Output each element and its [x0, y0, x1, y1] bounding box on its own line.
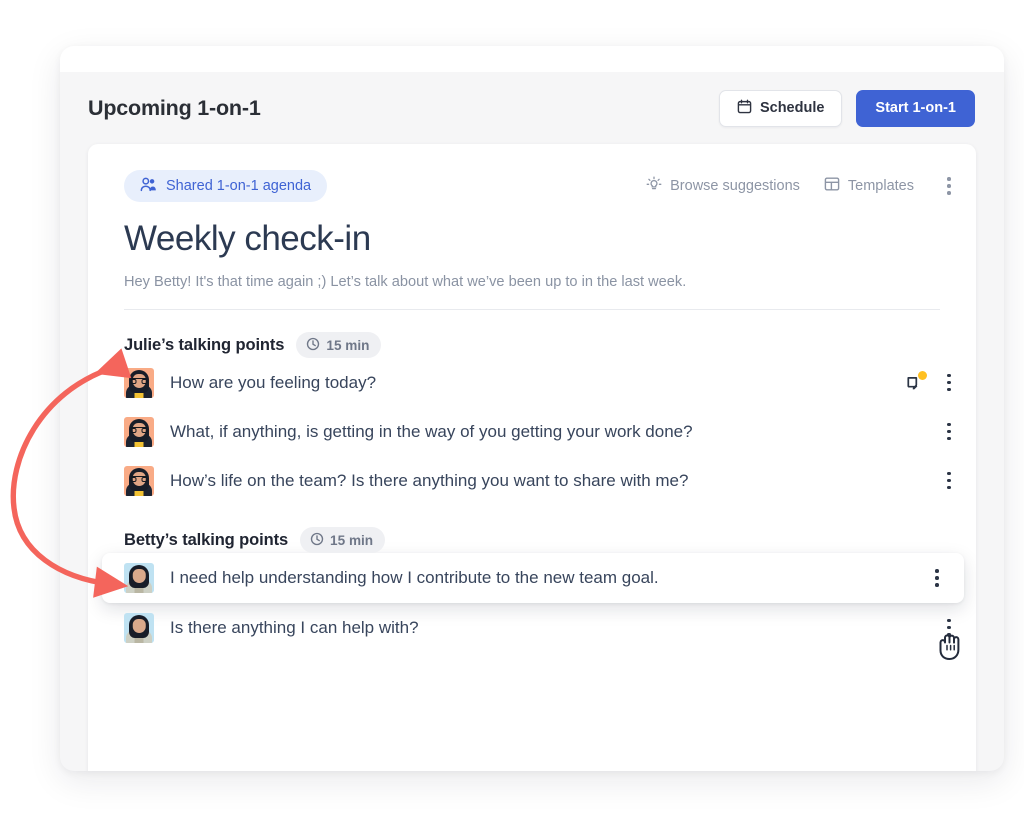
- kebab-dot: [947, 632, 951, 637]
- kebab-dot: [947, 478, 951, 483]
- avatar-face: [132, 569, 146, 583]
- section-header: Julie’s talking points 15 min: [124, 332, 976, 358]
- section-title: Julie’s talking points: [124, 335, 285, 354]
- note-edit-icon[interactable]: [904, 370, 927, 394]
- row-icons: [926, 565, 948, 591]
- agenda-title: Weekly check-in: [124, 219, 371, 258]
- talking-point-row[interactable]: What, if anything, is getting in the way…: [88, 407, 976, 456]
- window-header: Upcoming 1-on-1 Schedule Start 1-on-1: [60, 72, 1004, 144]
- kebab-dot: [947, 618, 951, 623]
- talking-point-text: How are you feeling today?: [170, 372, 377, 392]
- note-unread-badge: [918, 370, 927, 380]
- layout-icon: [824, 176, 840, 196]
- avatar-glasses: [130, 378, 148, 384]
- avatar: [124, 612, 154, 643]
- row-icons: [938, 615, 960, 641]
- card-toolbar: Shared 1-on-1 agenda Browse suggestions: [88, 144, 976, 202]
- kebab-dot: [935, 576, 939, 580]
- kebab-dot: [947, 485, 951, 490]
- section-title: Betty’s talking points: [124, 530, 289, 549]
- point-more-menu-button[interactable]: [938, 615, 960, 641]
- templates-button[interactable]: Templates: [824, 176, 914, 196]
- talking-point-text: Is there anything I can help with?: [170, 617, 419, 637]
- talking-point-row[interactable]: How’s life on the team? Is there anythin…: [88, 456, 976, 505]
- browse-suggestions-label: Browse suggestions: [670, 178, 800, 194]
- schedule-button[interactable]: Schedule: [718, 89, 843, 127]
- talking-point-text: What, if anything, is getting in the way…: [170, 421, 693, 441]
- section-duration-label: 15 min: [330, 532, 374, 548]
- talking-point-text: I need help understanding how I contribu…: [170, 568, 659, 587]
- point-more-menu-button[interactable]: [938, 370, 960, 396]
- divider: [124, 309, 940, 310]
- talking-point-text: How’s life on the team? Is there anythin…: [170, 470, 689, 490]
- avatar: [124, 465, 154, 496]
- people-icon: [140, 177, 157, 196]
- section-duration-label: 15 min: [326, 337, 370, 353]
- kebab-dot: [947, 625, 951, 630]
- talking-point-row[interactable]: How are you feeling today?: [88, 358, 976, 407]
- point-more-menu-button[interactable]: [926, 565, 948, 591]
- sections-container: Julie’s talking points 15 min How are you …: [88, 332, 976, 652]
- agenda-card: Shared 1-on-1 agenda Browse suggestions: [88, 144, 976, 771]
- kebab-dot: [947, 422, 951, 427]
- avatar: [124, 367, 154, 398]
- kebab-dot: [935, 583, 939, 587]
- point-more-menu-button[interactable]: [938, 419, 960, 445]
- kebab-dot: [947, 471, 951, 476]
- avatar-glasses: [130, 427, 148, 433]
- section-duration-pill[interactable]: 15 min: [300, 527, 386, 553]
- row-icons: [938, 419, 960, 445]
- row-icons: [904, 370, 960, 396]
- kebab-dot: [947, 184, 951, 188]
- kebab-dot: [947, 177, 951, 181]
- shared-agenda-badge[interactable]: Shared 1-on-1 agenda: [124, 170, 328, 202]
- kebab-dot: [947, 380, 951, 385]
- shared-agenda-badge-label: Shared 1-on-1 agenda: [166, 178, 312, 194]
- talking-point-row[interactable]: I need help understanding how I contribu…: [102, 553, 964, 603]
- kebab-dot: [947, 387, 951, 392]
- clock-icon: [310, 532, 324, 549]
- app-window: Upcoming 1-on-1 Schedule Start 1-on-1 Sh…: [60, 46, 1004, 771]
- toolbar-right: Browse suggestions Templates: [646, 173, 960, 199]
- kebab-dot: [947, 436, 951, 441]
- lightbulb-icon: [646, 176, 662, 196]
- talking-points-section: Betty’s talking points 15 min I need help …: [88, 527, 976, 652]
- talking-point-row[interactable]: Is there anything I can help with?: [88, 603, 976, 652]
- schedule-button-label: Schedule: [759, 100, 825, 116]
- page-title: Upcoming 1-on-1: [88, 95, 261, 120]
- avatar-glasses: [130, 476, 148, 482]
- card-more-menu-button[interactable]: [938, 173, 960, 199]
- point-more-menu-button[interactable]: [938, 468, 960, 494]
- kebab-dot: [947, 373, 951, 378]
- agenda-subtitle: Hey Betty! It's that time again ;) Let’s…: [124, 274, 687, 290]
- kebab-dot: [935, 569, 939, 573]
- start-1on1-button-label: Start 1-on-1: [875, 100, 956, 116]
- header-actions: Schedule Start 1-on-1: [718, 89, 975, 127]
- section-duration-pill[interactable]: 15 min: [296, 332, 382, 358]
- avatar: [124, 563, 154, 593]
- section-header: Betty’s talking points 15 min: [124, 527, 976, 553]
- kebab-dot: [947, 191, 951, 195]
- avatar-face: [132, 618, 146, 633]
- start-1on1-button[interactable]: Start 1-on-1: [856, 89, 975, 127]
- kebab-dot: [947, 429, 951, 434]
- avatar: [124, 416, 154, 447]
- window-titlebar: [60, 46, 1004, 72]
- browse-suggestions-button[interactable]: Browse suggestions: [646, 176, 800, 196]
- clock-icon: [306, 337, 320, 354]
- row-icons: [938, 468, 960, 494]
- talking-points-section: Julie’s talking points 15 min How are you …: [88, 332, 976, 505]
- templates-label: Templates: [847, 178, 914, 194]
- calendar-icon: [737, 99, 752, 118]
